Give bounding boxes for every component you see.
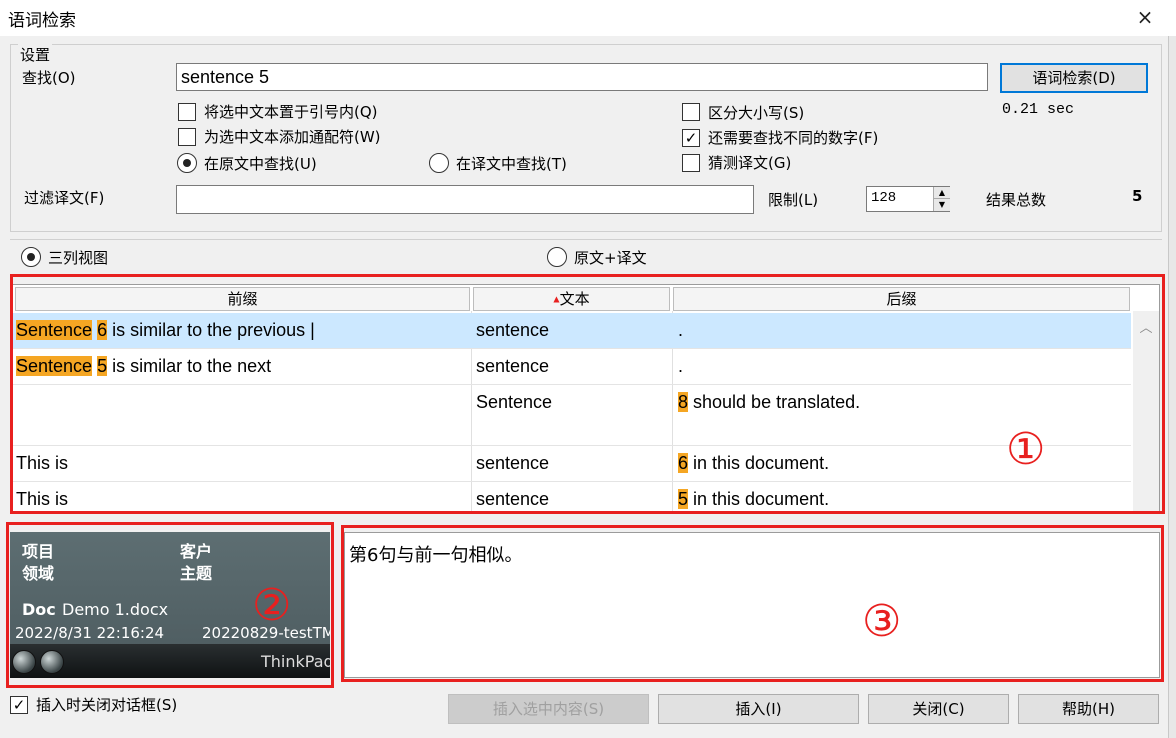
divider <box>10 239 1162 240</box>
three-column-radio[interactable] <box>21 247 41 267</box>
limit-value: 128 <box>871 190 897 206</box>
close-button[interactable]: 关闭(C) <box>868 694 1009 724</box>
window-title: 语词检索 <box>8 11 76 31</box>
concordance-search-button[interactable]: 语词检索(D) <box>1000 63 1148 93</box>
guess-translation-label: 猜测译文(G) <box>708 154 792 172</box>
quote-checkbox-label: 将选中文本置于引号内(Q) <box>204 103 378 121</box>
search-target-label: 在译文中查找(T) <box>456 155 567 173</box>
source-target-radio[interactable] <box>547 247 567 267</box>
guess-translation-checkbox[interactable] <box>682 154 700 172</box>
elapsed-time: 0.21 sec <box>1002 101 1075 118</box>
filter-input[interactable] <box>176 185 754 214</box>
search-target-radio[interactable] <box>429 153 449 173</box>
spinner-buttons: ▲ ▼ <box>933 187 950 211</box>
check-icon: ✓ <box>12 696 26 714</box>
insert-button[interactable]: 插入(I) <box>658 694 859 724</box>
case-sensitive-checkbox[interactable] <box>682 103 700 121</box>
search-input[interactable]: sentence 5 <box>176 63 988 91</box>
limit-label: 限制(L) <box>768 191 819 209</box>
check-icon: ✓ <box>684 129 698 147</box>
total-results-value: 5 <box>1132 187 1143 205</box>
annotation-marker-1: ① <box>1006 424 1046 475</box>
quote-checkbox[interactable] <box>178 103 196 121</box>
insert-selected-button[interactable]: 插入选中内容(S) <box>448 694 649 724</box>
help-button[interactable]: 帮助(H) <box>1018 694 1159 724</box>
title-bar <box>0 0 1176 36</box>
close-icon[interactable]: × <box>1134 4 1156 30</box>
limit-spinner[interactable]: 128 ▲ ▼ <box>866 186 950 212</box>
source-target-label: 原文+译文 <box>574 249 647 267</box>
annotation-marker-3: ③ <box>862 596 902 647</box>
search-source-label: 在原文中查找(U) <box>204 155 317 173</box>
spin-up-icon[interactable]: ▲ <box>934 187 950 199</box>
different-numbers-checkbox[interactable]: ✓ <box>682 129 700 147</box>
close-on-insert-label: 插入时关闭对话框(S) <box>36 696 178 714</box>
close-on-insert-checkbox[interactable]: ✓ <box>10 696 28 714</box>
spin-down-icon[interactable]: ▼ <box>934 199 950 211</box>
total-results-label: 结果总数 <box>986 191 1047 209</box>
case-sensitive-label: 区分大小写(S) <box>708 104 805 122</box>
annotation-box-1 <box>10 274 1165 514</box>
background-window-strip <box>1168 36 1176 738</box>
filter-label: 过滤译文(F) <box>24 189 105 207</box>
wildcard-checkbox[interactable] <box>178 128 196 146</box>
search-source-radio[interactable] <box>177 153 197 173</box>
different-numbers-label: 还需要查找不同的数字(F) <box>708 129 879 147</box>
wildcard-checkbox-label: 为选中文本添加通配符(W) <box>204 128 381 146</box>
find-label: 查找(O) <box>22 69 76 87</box>
annotation-marker-2: ② <box>252 580 292 631</box>
annotation-box-3 <box>341 525 1164 682</box>
settings-group-label: 设置 <box>18 44 53 65</box>
three-column-label: 三列视图 <box>48 249 109 267</box>
